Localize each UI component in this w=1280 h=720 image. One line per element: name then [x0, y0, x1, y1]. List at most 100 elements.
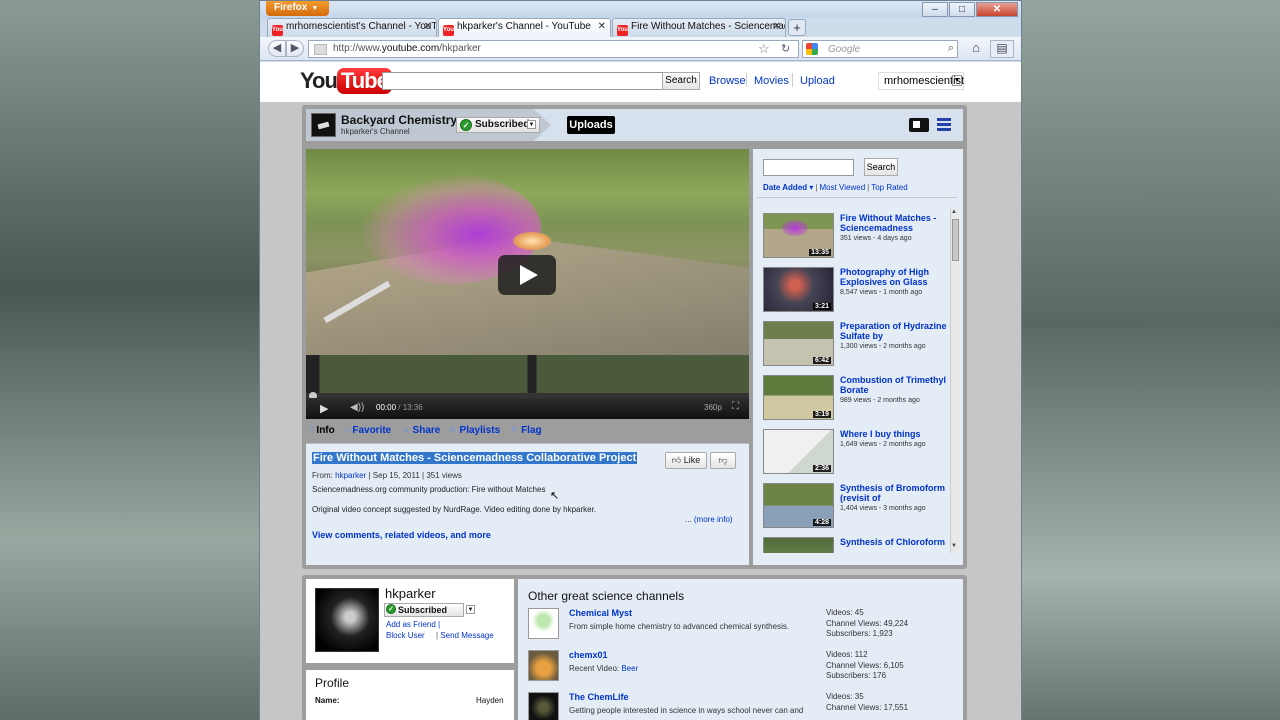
channel-name-link[interactable]: chemx01: [569, 650, 608, 660]
address-bar[interactable]: http://www.youtube.com/hkparker ☆ ↻: [308, 40, 799, 58]
list-item[interactable]: 13:35 Fire Without Matches - Sciencemadn…: [763, 213, 951, 263]
search-icon[interactable]: ⌕: [948, 42, 954, 55]
video-thumbnail[interactable]: [763, 537, 834, 553]
thumbnail-smoke: [782, 220, 808, 236]
video-title[interactable]: Synthesis of Chloroform: [840, 537, 948, 547]
quality-button[interactable]: 360p: [704, 403, 722, 412]
nav-browse[interactable]: Browse: [709, 75, 746, 87]
playlists-button[interactable]: ✚ Playlists: [449, 425, 500, 436]
video-thumbnail[interactable]: 2:36: [763, 429, 834, 474]
block-user-link[interactable]: Block User: [386, 631, 425, 640]
share-button[interactable]: ➤ Share: [402, 425, 440, 436]
video-title[interactable]: Synthesis of Bromoform (revisit of: [840, 483, 948, 503]
grid-view-icon[interactable]: [937, 118, 951, 132]
video-thumbnail[interactable]: 3:21: [763, 267, 834, 312]
site-identity-icon[interactable]: [314, 44, 327, 55]
channel-thumbnail[interactable]: [528, 650, 559, 681]
firefox-menu-button[interactable]: Firefox ▼: [266, 1, 329, 16]
home-icon[interactable]: ⌂: [965, 40, 987, 58]
chevron-down-icon[interactable]: ▼: [466, 605, 475, 614]
back-button[interactable]: ◀: [268, 40, 286, 57]
sort-date-added[interactable]: Date Added: [763, 183, 807, 192]
video-thumbnail[interactable]: 13:35: [763, 213, 834, 258]
video-title[interactable]: Fire Without Matches - Sciencemadness Co…: [312, 452, 638, 464]
channel-thumbnail[interactable]: [528, 608, 559, 639]
tab-info[interactable]: ℹ Info: [310, 425, 335, 436]
channel-thumbnail[interactable]: [311, 113, 336, 137]
play-icon[interactable]: ▶: [320, 402, 328, 415]
forward-button[interactable]: ▶: [286, 40, 304, 57]
maximize-button[interactable]: □: [949, 2, 975, 17]
list-item[interactable]: 3:19 Combustion of Trimethyl Borate 989 …: [763, 375, 951, 425]
video-title[interactable]: Fire Without Matches - Sciencemadness: [840, 213, 948, 233]
video-title[interactable]: Where I buy things: [840, 429, 948, 439]
tab-fire-without-matches[interactable]: YouFire Without Matches - Sciencemadn...…: [612, 18, 786, 37]
channel-name-link[interactable]: The ChemLife: [569, 692, 629, 702]
profile-name: hkparker: [385, 586, 436, 601]
channel-thumbnail[interactable]: [528, 692, 559, 720]
bookmarks-menu-icon[interactable]: ▤: [990, 40, 1014, 58]
nav-movies[interactable]: Movies: [754, 75, 789, 87]
google-icon[interactable]: [806, 43, 818, 55]
view-comments-link[interactable]: View comments, related videos, and more: [312, 530, 491, 540]
video-list-scrollbar[interactable]: ▲ ▼: [950, 209, 959, 553]
author-link[interactable]: hkparker: [335, 471, 366, 480]
channel-search-input[interactable]: [763, 159, 854, 176]
close-icon[interactable]: ✕: [598, 21, 606, 32]
sort-most-viewed[interactable]: Most Viewed: [819, 183, 865, 192]
video-title[interactable]: Photography of High Explosives on Glass: [840, 267, 948, 287]
close-icon[interactable]: ✕: [424, 21, 432, 32]
uploads-tab[interactable]: Uploads: [567, 116, 615, 134]
video-thumbnail[interactable]: 3:19: [763, 375, 834, 420]
channel-search-button[interactable]: Search: [864, 158, 898, 176]
scroll-down-icon[interactable]: ▼: [951, 543, 957, 549]
play-overlay-button[interactable]: [498, 255, 556, 295]
scroll-up-icon[interactable]: ▲: [951, 209, 957, 215]
flag-button[interactable]: ⚑ Flag: [510, 425, 542, 436]
scroll-thumb[interactable]: [952, 219, 959, 261]
minimize-button[interactable]: –: [922, 2, 948, 17]
video-thumbnail[interactable]: 6:42: [763, 321, 834, 366]
player-view-icon[interactable]: [909, 118, 929, 132]
favorite-button[interactable]: ♥ Favorite: [344, 425, 391, 436]
youtube-search-input[interactable]: [382, 72, 663, 90]
bookmark-star-icon[interactable]: ☆: [758, 41, 770, 57]
list-item[interactable]: 4:28 Synthesis of Bromoform (revisit of …: [763, 483, 951, 533]
video-frame[interactable]: [306, 149, 749, 393]
list-item[interactable]: 6:42 Preparation of Hydrazine Sulfate by…: [763, 321, 951, 371]
recent-video-link[interactable]: Beer: [621, 664, 638, 673]
like-button[interactable]: 👍︎ Like: [665, 452, 707, 469]
dislike-button[interactable]: 👎︎: [710, 452, 736, 469]
nav-upload[interactable]: Upload: [800, 75, 835, 87]
volume-icon[interactable]: ◀)): [350, 402, 364, 413]
close-icon[interactable]: ✕: [773, 21, 781, 32]
sort-top-rated[interactable]: Top Rated: [871, 183, 907, 192]
send-message-link[interactable]: | Send Message: [436, 631, 494, 640]
fullscreen-icon[interactable]: ⛶: [732, 401, 739, 412]
youtube-search-button[interactable]: Search: [662, 72, 700, 90]
list-item[interactable]: Synthesis of Chloroform: [763, 537, 951, 553]
new-tab-button[interactable]: +: [788, 19, 806, 36]
stat-subscribers: Subscribers: 1,923: [826, 629, 893, 638]
tab-mrhomescientist[interactable]: You mrhomescientist's Channel - YouTube ✕: [267, 18, 437, 37]
reload-icon[interactable]: ↻: [781, 42, 790, 55]
youtube-logo[interactable]: You Tube: [300, 68, 392, 95]
video-player[interactable]: ▶ ◀)) 00:00 / 13:36 360p ⛶: [306, 149, 749, 419]
close-window-button[interactable]: ✕: [976, 2, 1018, 17]
list-item[interactable]: 3:21 Photography of High Explosives on G…: [763, 267, 951, 317]
avatar[interactable]: [315, 588, 379, 652]
subscribed-button[interactable]: ✓ Subscribed ▼: [456, 117, 540, 133]
profile-subscribed-button[interactable]: ✓ Subscribed ▼: [384, 603, 475, 617]
more-info-link[interactable]: ... (more info): [685, 515, 733, 524]
chevron-down-icon[interactable]: ▼: [527, 120, 536, 129]
channel-name-link[interactable]: Chemical Myst: [569, 608, 632, 618]
video-title[interactable]: Combustion of Trimethyl Borate: [840, 375, 948, 395]
tab-strip: You mrhomescientist's Channel - YouTube ✕ …: [260, 18, 1021, 37]
browser-search-box[interactable]: Google ⌕: [802, 40, 958, 58]
list-item[interactable]: 2:36 Where I buy things 1,649 views - 2 …: [763, 429, 951, 479]
video-thumbnail[interactable]: 4:28: [763, 483, 834, 528]
user-menu[interactable]: mrhomescientist ▼: [878, 72, 964, 90]
add-friend-link[interactable]: Add as Friend |: [386, 620, 440, 629]
tab-hkparker[interactable]: You hkparker's Channel - YouTube ✕: [438, 18, 611, 37]
video-title[interactable]: Preparation of Hydrazine Sulfate by: [840, 321, 948, 341]
